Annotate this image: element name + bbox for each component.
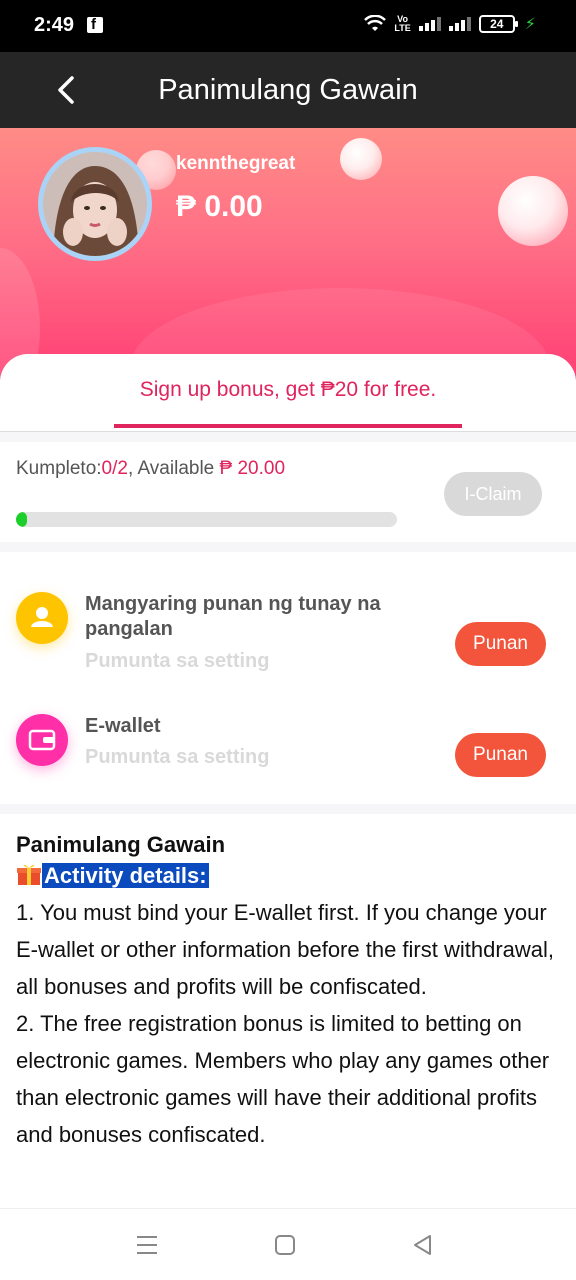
facebook-icon: f: [87, 16, 103, 33]
bonus-tab-bar: Sign up bonus, get ₱20 for free.: [0, 354, 576, 432]
tab-indicator: [114, 424, 462, 428]
progress-bar: [16, 512, 397, 527]
progress-bar-fill: [16, 512, 28, 527]
balance: ₱ 0.00: [176, 190, 263, 223]
details-body: 1. You must bind your E-wallet first. If…: [16, 894, 562, 1153]
wallet-icon: [28, 729, 56, 751]
claim-button[interactable]: I-Claim: [444, 472, 542, 516]
avatar-image: [43, 152, 147, 256]
details-heading: Activity details:: [16, 860, 562, 892]
details-heading-text: Activity details:: [42, 863, 209, 888]
task-realname-title: Mangyaring punan ng tunay na pangalan: [85, 593, 381, 640]
task-ewallet-subtitle: Pumunta sa setting: [85, 746, 270, 768]
divider: [0, 432, 576, 442]
progress-count: 0/2: [101, 458, 128, 479]
app-header: Panimulang Gawain: [0, 52, 576, 128]
fill-realname-button[interactable]: Punan: [455, 622, 546, 666]
task-item-realname-icon-wrap: [16, 592, 68, 644]
status-bar: 2:49 f Vo LTE 24 ⚡: [0, 0, 576, 52]
signal-icon: [418, 17, 441, 31]
details-paragraph-2: 2. The free registration bonus is limite…: [16, 1011, 550, 1147]
gift-icon: [17, 864, 41, 885]
back-icon[interactable]: [410, 1233, 436, 1257]
task-item-ewallet-icon-wrap: [16, 714, 68, 766]
charging-icon: ⚡: [524, 16, 536, 33]
volte-icon: Vo LTE: [394, 14, 411, 33]
battery-icon: 24: [478, 15, 518, 33]
user-icon: [31, 607, 53, 627]
task-realname-subtitle: Pumunta sa setting: [85, 650, 270, 672]
details-title: Panimulang Gawain: [16, 832, 226, 857]
divider: [0, 542, 576, 552]
task-ewallet-title: E-wallet: [85, 715, 161, 737]
signal-icon-2: [448, 17, 471, 31]
wifi-icon: [364, 15, 387, 31]
username: kennthegreat: [176, 153, 296, 174]
status-time: 2:49: [34, 14, 75, 36]
available-amount: ₱ 20.00: [219, 458, 286, 479]
menu-icon[interactable]: [134, 1233, 160, 1257]
divider: [0, 804, 576, 814]
fill-ewallet-button[interactable]: Punan: [455, 733, 546, 777]
profile-banner: kennthegreat ₱ 0.00: [0, 128, 576, 380]
system-navigation-bar: [0, 1208, 576, 1280]
page-title: Panimulang Gawain: [158, 74, 418, 106]
activity-details: Panimulang Gawain Activity details: 1. Y…: [16, 830, 562, 1206]
decorative-bubble: [340, 138, 382, 180]
decorative-bubble: [498, 176, 568, 246]
status-icons: Vo LTE 24 ⚡: [364, 14, 536, 34]
avatar[interactable]: [38, 147, 152, 261]
home-icon[interactable]: [272, 1233, 298, 1257]
tab-signup-bonus[interactable]: Sign up bonus, get ₱20 for free.: [0, 378, 576, 402]
progress-text: Kumpleto:0/2, Available ₱ 20.00: [16, 458, 286, 479]
details-paragraph-1: 1. You must bind your E-wallet first. If…: [16, 900, 555, 999]
